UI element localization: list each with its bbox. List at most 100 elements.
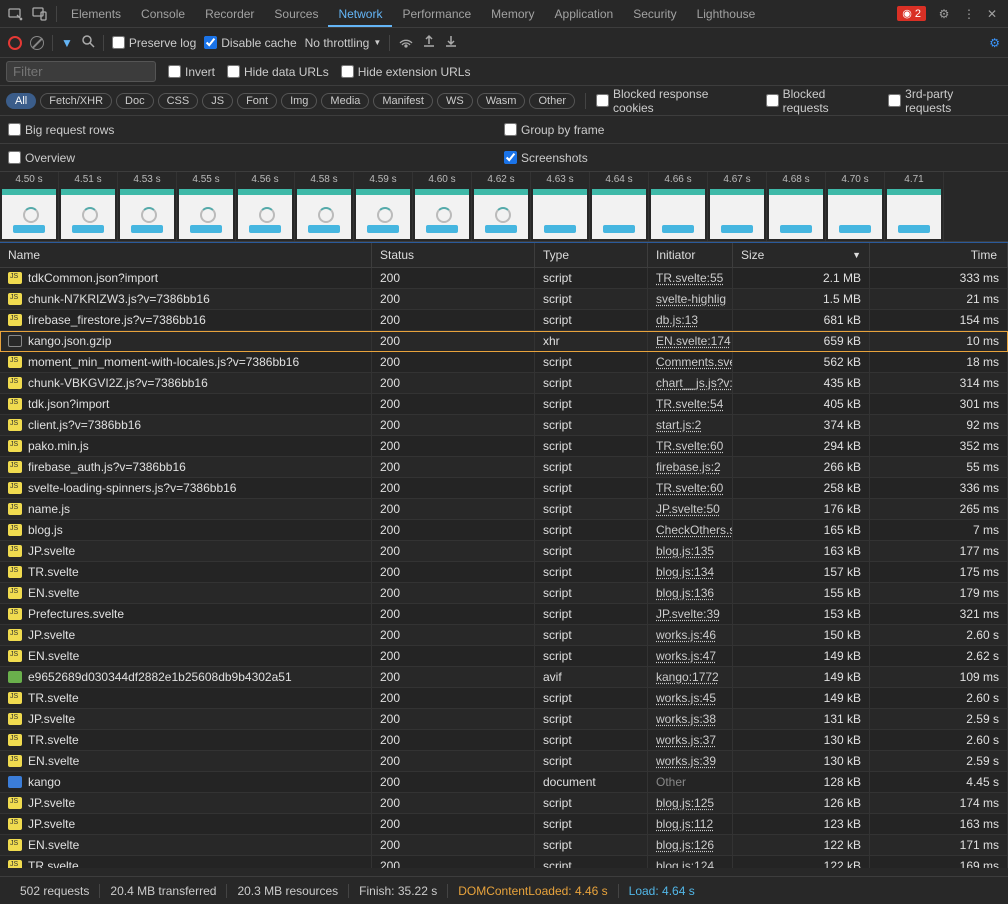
filmstrip-frame[interactable]: 4.66 s [649, 172, 708, 241]
tab-application[interactable]: Application [545, 1, 624, 27]
hide-data-urls-checkbox[interactable]: Hide data URLs [227, 65, 329, 79]
column-time[interactable]: Time [870, 243, 1008, 267]
table-row[interactable]: JP.svelte200scriptblog.js:135163 kB177 m… [0, 541, 1008, 562]
type-pill-js[interactable]: JS [202, 93, 233, 109]
type-pill-wasm[interactable]: Wasm [477, 93, 526, 109]
invert-checkbox[interactable]: Invert [168, 65, 215, 79]
table-row[interactable]: tdkCommon.json?import200scriptTR.svelte:… [0, 268, 1008, 289]
type-pill-font[interactable]: Font [237, 93, 277, 109]
filter-input[interactable] [6, 61, 156, 82]
network-conditions-icon[interactable] [398, 34, 414, 51]
table-row[interactable]: JP.svelte200scriptblog.js:125126 kB174 m… [0, 793, 1008, 814]
type-pill-img[interactable]: Img [281, 93, 317, 109]
tab-security[interactable]: Security [623, 1, 686, 27]
type-pill-css[interactable]: CSS [158, 93, 199, 109]
filmstrip-frame[interactable]: 4.50 s [0, 172, 59, 241]
search-icon[interactable] [81, 34, 95, 51]
table-row[interactable]: JP.svelte200scriptworks.js:38131 kB2.59 … [0, 709, 1008, 730]
type-pill-media[interactable]: Media [321, 93, 369, 109]
column-initiator[interactable]: Initiator [648, 243, 733, 267]
table-row[interactable]: TR.svelte200scriptworks.js:37130 kB2.60 … [0, 730, 1008, 751]
filmstrip-frame[interactable]: 4.51 s [59, 172, 118, 241]
filmstrip-frame[interactable]: 4.70 s [826, 172, 885, 241]
clear-button[interactable] [30, 36, 44, 50]
tab-sources[interactable]: Sources [264, 1, 328, 27]
table-row[interactable]: EN.svelte200scriptblog.js:126122 kB171 m… [0, 835, 1008, 856]
table-row[interactable]: name.js200scriptJP.svelte:50176 kB265 ms [0, 499, 1008, 520]
table-row[interactable]: moment_min_moment-with-locales.js?v=7386… [0, 352, 1008, 373]
filmstrip-frame[interactable]: 4.68 s [767, 172, 826, 241]
tab-console[interactable]: Console [131, 1, 195, 27]
tab-performance[interactable]: Performance [392, 1, 481, 27]
table-row[interactable]: EN.svelte200scriptworks.js:47149 kB2.62 … [0, 646, 1008, 667]
check-blocked-response-cookies[interactable]: Blocked response cookies [596, 87, 752, 115]
table-row[interactable]: kango200documentOther128 kB4.45 s [0, 772, 1008, 793]
inspect-icon[interactable] [4, 2, 28, 26]
settings-gear-icon[interactable]: ⚙ [932, 2, 956, 26]
type-pill-manifest[interactable]: Manifest [373, 93, 433, 109]
hide-extension-urls-checkbox[interactable]: Hide extension URLs [341, 65, 471, 79]
overview-checkbox[interactable]: Overview [8, 151, 75, 165]
throttling-select[interactable]: No throttling ▼ [305, 36, 382, 50]
big-request-rows-checkbox[interactable]: Big request rows [8, 123, 114, 137]
screenshots-checkbox[interactable]: Screenshots [504, 151, 588, 165]
table-row[interactable]: Prefectures.svelte200scriptJP.svelte:391… [0, 604, 1008, 625]
filmstrip-frame[interactable]: 4.62 s [472, 172, 531, 241]
filmstrip-frame[interactable]: 4.60 s [413, 172, 472, 241]
table-row[interactable]: JP.svelte200scriptworks.js:46150 kB2.60 … [0, 625, 1008, 646]
table-row[interactable]: chunk-VBKGVI2Z.js?v=7386bb16200scriptcha… [0, 373, 1008, 394]
type-pill-other[interactable]: Other [529, 93, 575, 109]
table-row[interactable]: kango.json.gzip200xhrEN.svelte:174659 kB… [0, 331, 1008, 352]
table-row[interactable]: svelte-loading-spinners.js?v=7386bb16200… [0, 478, 1008, 499]
table-row[interactable]: EN.svelte200scriptworks.js:39130 kB2.59 … [0, 751, 1008, 772]
preserve-log-checkbox[interactable]: Preserve log [112, 36, 196, 50]
column-size[interactable]: Size▼ [733, 243, 870, 267]
filmstrip-frame[interactable]: 4.59 s [354, 172, 413, 241]
close-icon[interactable]: ✕ [980, 2, 1004, 26]
type-pill-fetchxhr[interactable]: Fetch/XHR [40, 93, 112, 109]
table-row[interactable]: JP.svelte200scriptblog.js:112123 kB163 m… [0, 814, 1008, 835]
screenshots-filmstrip[interactable]: 4.50 s4.51 s4.53 s4.55 s4.56 s4.58 s4.59… [0, 172, 1008, 242]
export-har-icon[interactable] [444, 34, 458, 51]
type-pill-ws[interactable]: WS [437, 93, 473, 109]
filmstrip-frame[interactable]: 4.71 [885, 172, 944, 241]
table-row[interactable]: TR.svelte200scriptblog.js:134157 kB175 m… [0, 562, 1008, 583]
table-row[interactable]: blog.js200scriptCheckOthers.s165 kB7 ms [0, 520, 1008, 541]
table-row[interactable]: chunk-N7KRIZW3.js?v=7386bb16200scriptsve… [0, 289, 1008, 310]
network-settings-icon[interactable]: ⚙ [989, 36, 1000, 50]
column-type[interactable]: Type [535, 243, 648, 267]
filmstrip-frame[interactable]: 4.63 s [531, 172, 590, 241]
filmstrip-frame[interactable]: 4.55 s [177, 172, 236, 241]
group-by-frame-checkbox[interactable]: Group by frame [504, 123, 604, 137]
type-pill-all[interactable]: All [6, 93, 36, 109]
check-blocked-requests[interactable]: Blocked requests [766, 87, 875, 115]
filmstrip-frame[interactable]: 4.53 s [118, 172, 177, 241]
filmstrip-frame[interactable]: 4.58 s [295, 172, 354, 241]
type-pill-doc[interactable]: Doc [116, 93, 154, 109]
tab-lighthouse[interactable]: Lighthouse [687, 1, 766, 27]
disable-cache-checkbox[interactable]: Disable cache [204, 36, 296, 50]
column-name[interactable]: Name [0, 243, 372, 267]
tab-elements[interactable]: Elements [61, 1, 131, 27]
error-count-badge[interactable]: ◉ 2 [897, 6, 926, 21]
tab-recorder[interactable]: Recorder [195, 1, 264, 27]
table-row[interactable]: pako.min.js200scriptTR.svelte:60294 kB35… [0, 436, 1008, 457]
check--rd-party-requests[interactable]: 3rd-party requests [888, 87, 1002, 115]
more-menu-icon[interactable]: ⋮ [956, 2, 980, 26]
record-button[interactable] [8, 36, 22, 50]
table-row[interactable]: e9652689d030344df2882e1b25608db9b4302a51… [0, 667, 1008, 688]
table-row[interactable]: TR.svelte200scriptworks.js:45149 kB2.60 … [0, 688, 1008, 709]
filter-toggle-icon[interactable]: ▼ [61, 36, 73, 50]
table-row[interactable]: EN.svelte200scriptblog.js:136155 kB179 m… [0, 583, 1008, 604]
table-row[interactable]: tdk.json?import200scriptTR.svelte:54405 … [0, 394, 1008, 415]
column-status[interactable]: Status [372, 243, 535, 267]
table-row[interactable]: TR.svelte200scriptblog.js:124122 kB169 m… [0, 856, 1008, 868]
table-row[interactable]: client.js?v=7386bb16200scriptstart.js:23… [0, 415, 1008, 436]
device-toggle-icon[interactable] [28, 2, 52, 26]
table-row[interactable]: firebase_auth.js?v=7386bb16200scriptfire… [0, 457, 1008, 478]
import-har-icon[interactable] [422, 34, 436, 51]
table-row[interactable]: firebase_firestore.js?v=7386bb16200scrip… [0, 310, 1008, 331]
filmstrip-frame[interactable]: 4.64 s [590, 172, 649, 241]
tab-network[interactable]: Network [328, 1, 392, 27]
filmstrip-frame[interactable]: 4.56 s [236, 172, 295, 241]
